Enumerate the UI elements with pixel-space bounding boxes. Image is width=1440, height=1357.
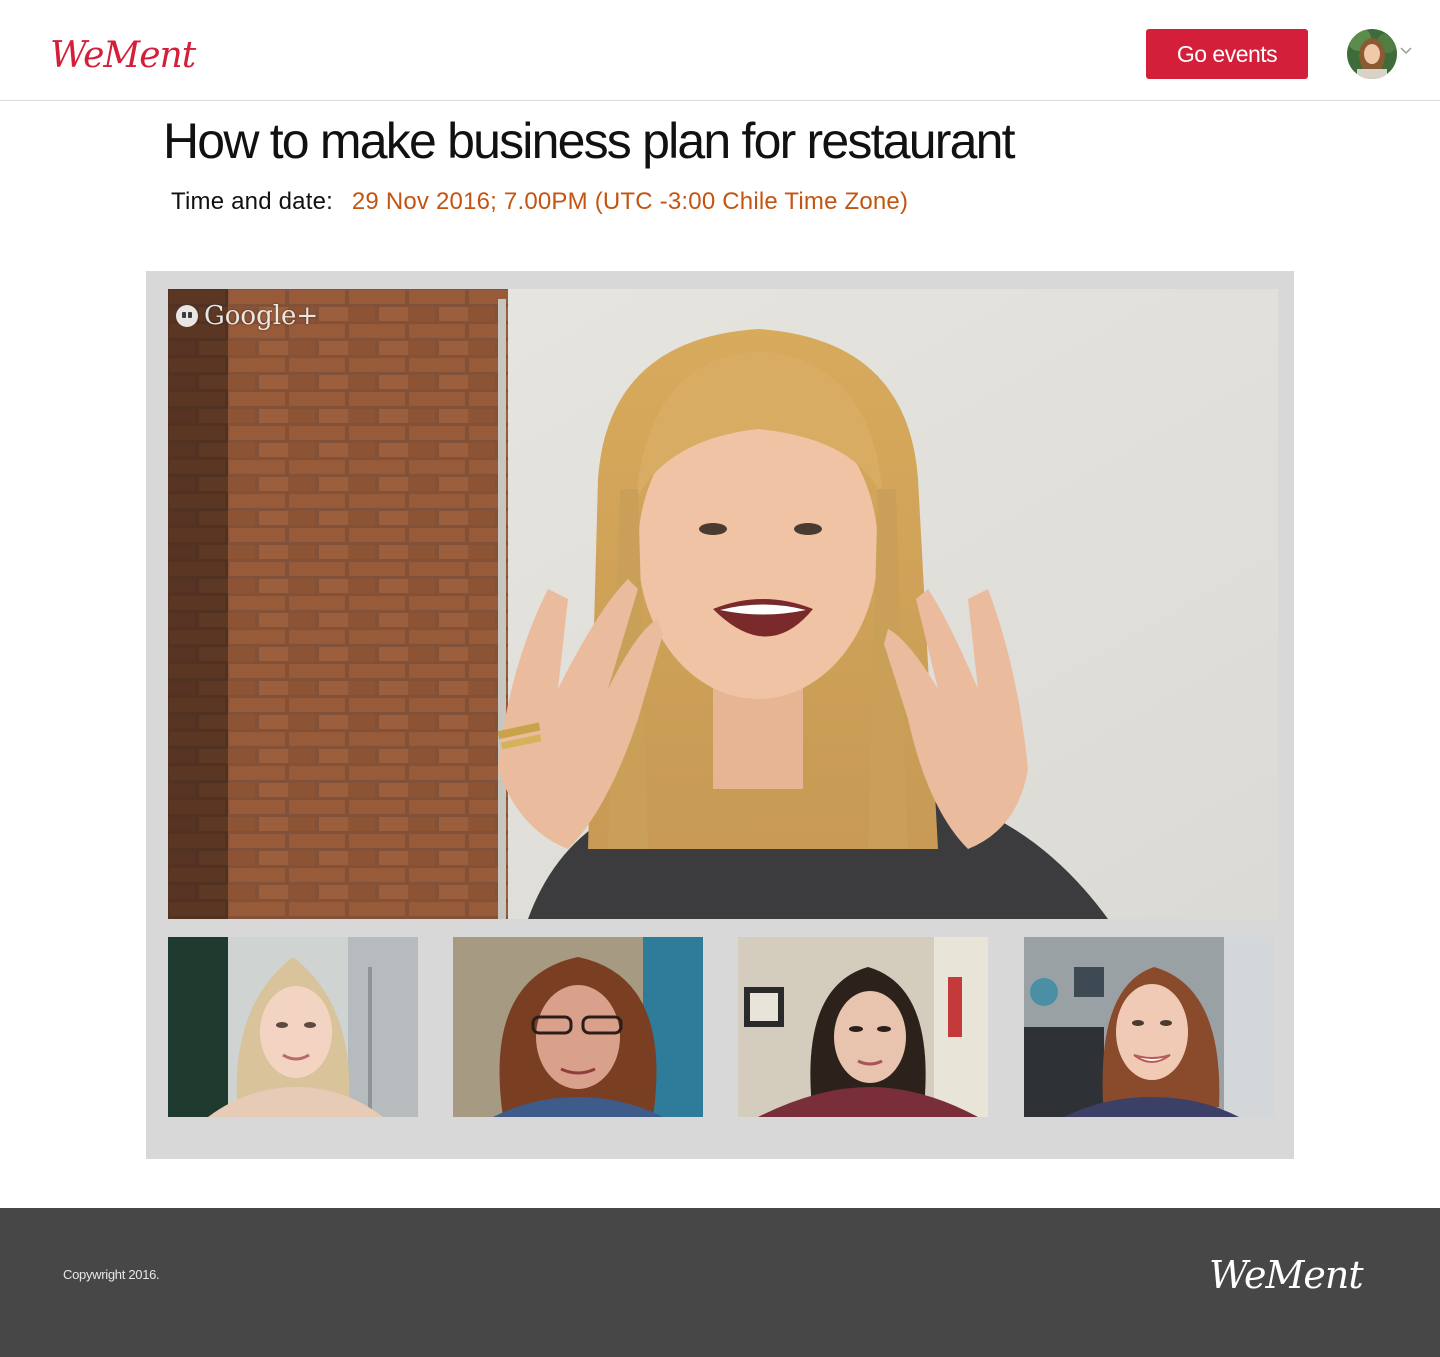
copyright-text: Copywright 2016.	[63, 1267, 160, 1282]
participant-thumbnail-2[interactable]	[453, 937, 703, 1117]
google-plus-text: Google+	[204, 301, 319, 331]
event-title: How to make business plan for restaurant	[163, 113, 1015, 169]
top-header: WeMent Go events	[0, 0, 1440, 101]
wement-logo[interactable]: WeMent	[50, 38, 196, 74]
event-time-row: Time and date: 29 Nov 2016; 7.00PM (UTC …	[171, 188, 908, 216]
participant-thumbnail-3[interactable]	[738, 937, 988, 1117]
video-call-panel: Google+	[146, 271, 1294, 1159]
participant-thumbnail-4[interactable]	[1024, 937, 1274, 1117]
user-avatar[interactable]	[1347, 29, 1397, 79]
page-footer: Copywright 2016. WeMent	[0, 1208, 1440, 1357]
chevron-down-icon[interactable]	[1399, 46, 1413, 56]
participant-thumbnail-1[interactable]	[168, 937, 418, 1117]
time-date-label: Time and date:	[171, 188, 333, 215]
main-speaker-video[interactable]: Google+	[168, 289, 1278, 919]
time-date-value: 29 Nov 2016; 7.00PM (UTC -3:00 Chile Tim…	[351, 188, 909, 215]
hangouts-icon	[176, 305, 198, 327]
google-plus-badge: Google+	[176, 301, 318, 331]
go-events-button[interactable]: Go events	[1146, 29, 1308, 79]
footer-wement-logo[interactable]: WeMent	[1209, 1256, 1364, 1294]
